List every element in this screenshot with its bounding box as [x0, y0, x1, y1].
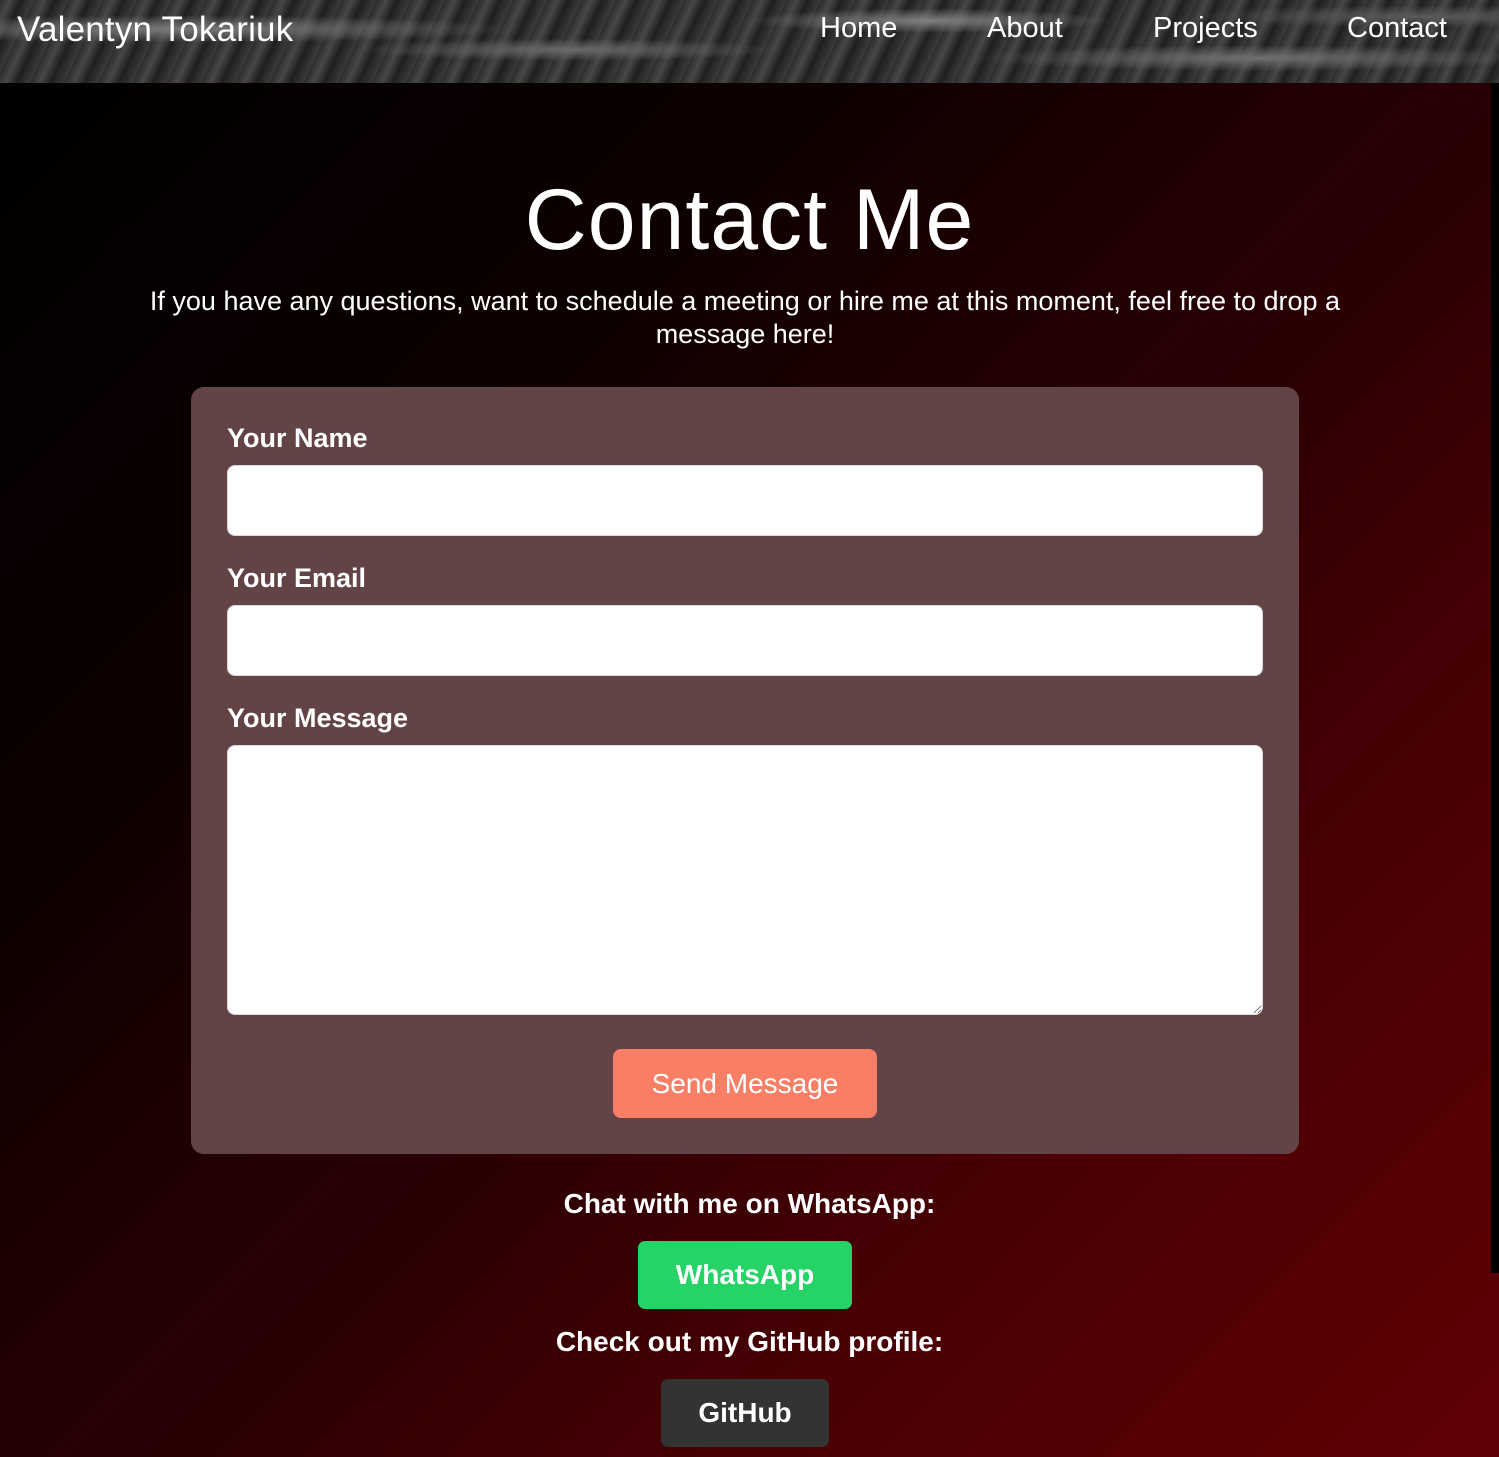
email-label: Your Email — [227, 563, 367, 593]
nav-link-about[interactable]: About — [987, 12, 1063, 45]
whatsapp-prompt: Chat with me on WhatsApp: — [563, 1188, 936, 1219]
send-message-button[interactable]: Send Message — [613, 1049, 877, 1118]
nav-link-home[interactable]: Home — [820, 12, 897, 45]
message-label: Your Message — [227, 703, 409, 733]
message-textarea[interactable] — [227, 745, 1263, 1015]
contact-form: Your Name Your Email Your Message Send M… — [191, 387, 1299, 1154]
page-intro: If you have any questions, want to sched… — [149, 286, 1341, 349]
page-title: Contact Me — [524, 172, 975, 268]
site-brand[interactable]: Valentyn Tokariuk — [17, 10, 293, 50]
name-label: Your Name — [227, 423, 368, 453]
nav-link-projects[interactable]: Projects — [1153, 12, 1258, 45]
whatsapp-button[interactable]: WhatsApp — [638, 1241, 852, 1309]
nav-link-contact[interactable]: Contact — [1347, 12, 1447, 45]
name-input[interactable] — [227, 465, 1263, 536]
site-header: Valentyn Tokariuk Home About Projects Co… — [0, 0, 1499, 83]
github-button[interactable]: GitHub — [661, 1379, 829, 1447]
email-input[interactable] — [227, 605, 1263, 676]
github-prompt: Check out my GitHub profile: — [555, 1326, 944, 1357]
